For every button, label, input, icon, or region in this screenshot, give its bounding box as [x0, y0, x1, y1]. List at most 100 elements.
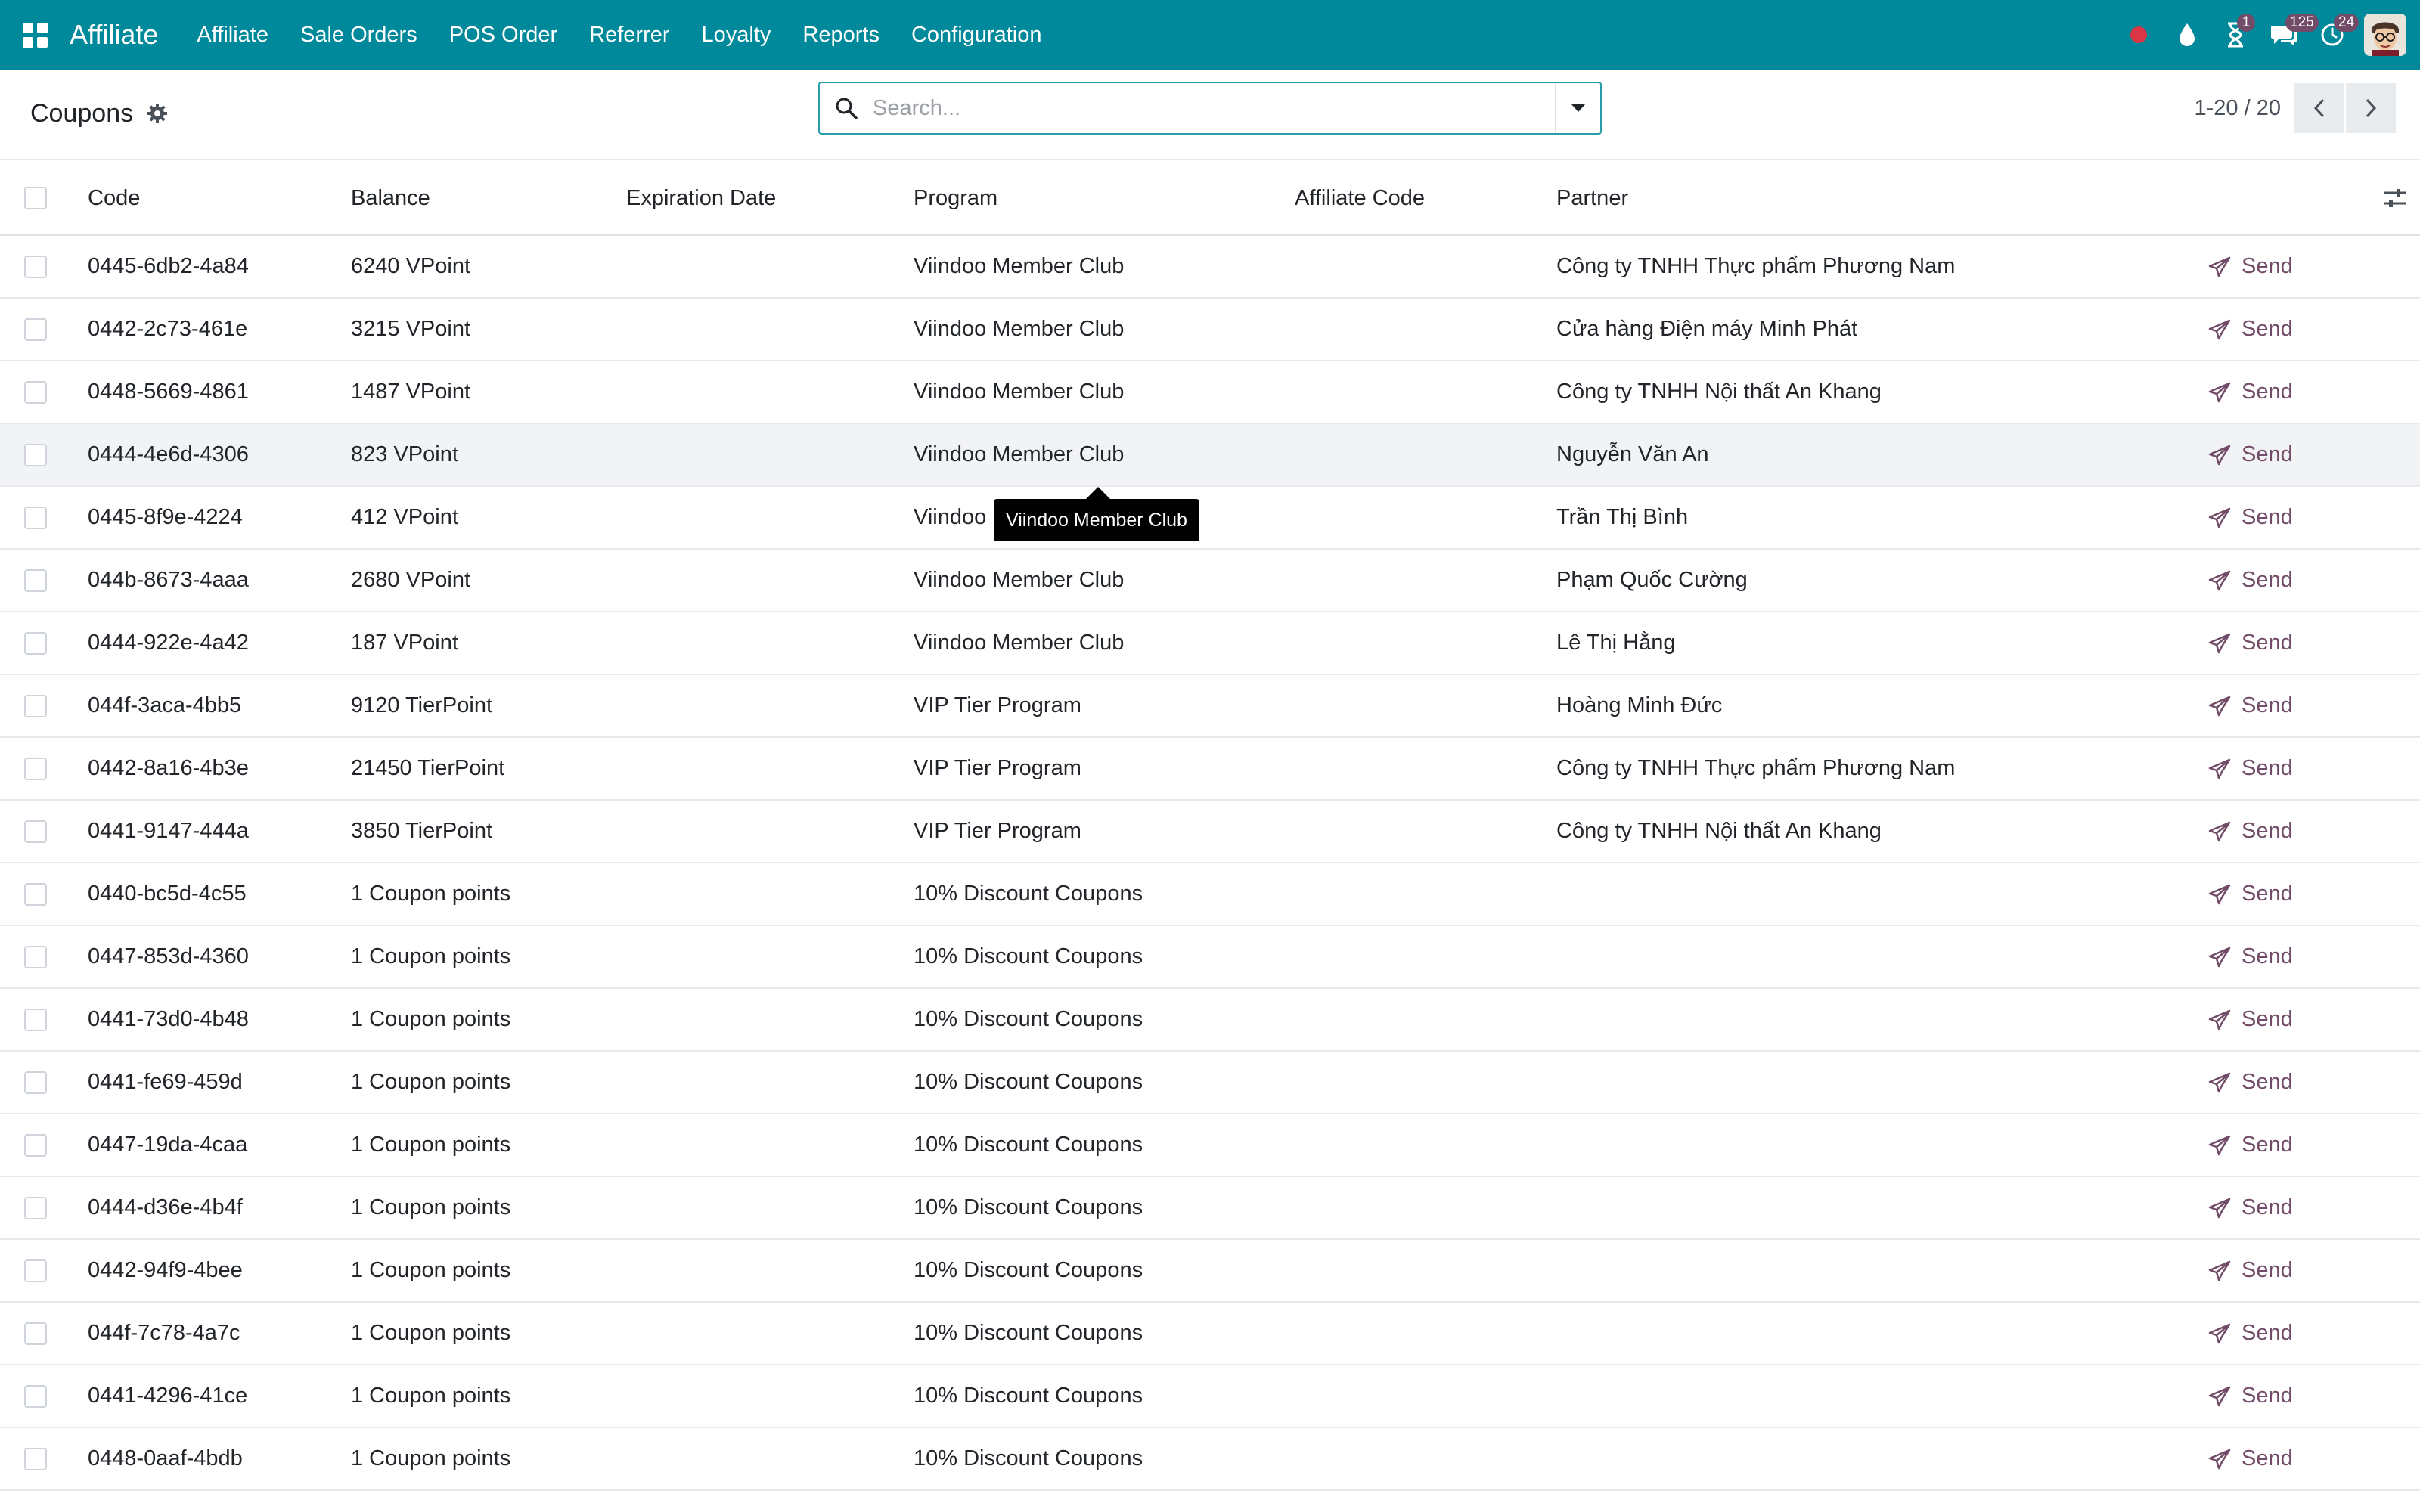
cell-partner: Công ty TNHH Nội thất An Khang: [1556, 380, 1882, 404]
app-brand[interactable]: Affiliate: [70, 19, 158, 51]
table-row[interactable]: 0441-73d0-4b48 1 Coupon points 10% Disco…: [0, 989, 2420, 1052]
column-header-partner[interactable]: Partner: [1556, 160, 1628, 236]
table-row[interactable]: 0442-8a16-4b3e 21450 TierPoint VIP Tier …: [0, 738, 2420, 801]
row-checkbox[interactable]: [24, 1384, 47, 1408]
row-checkbox[interactable]: [24, 1447, 47, 1470]
row-checkbox[interactable]: [24, 569, 47, 592]
row-checkbox[interactable]: [24, 694, 47, 717]
send-button[interactable]: Send: [2208, 1303, 2293, 1364]
table-row[interactable]: 0445-8f9e-4224 412 VPoint Viindoo Member…: [0, 487, 2420, 550]
table-row[interactable]: 0447-853d-4360 1 Coupon points 10% Disco…: [0, 926, 2420, 989]
record-dot-icon: [2130, 26, 2147, 43]
cell-balance: 2680 VPoint: [351, 568, 471, 592]
send-button[interactable]: Send: [2208, 361, 2293, 423]
send-button[interactable]: Send: [2208, 1365, 2293, 1427]
menu-item-affiliate[interactable]: Affiliate: [181, 0, 284, 70]
row-checkbox[interactable]: [24, 1008, 47, 1031]
table-row[interactable]: 0440-bc5d-4c55 1 Coupon points 10% Disco…: [0, 863, 2420, 926]
cell-code: 0444-4e6d-4306: [88, 442, 249, 466]
pager-next-button[interactable]: [2346, 83, 2396, 133]
row-checkbox[interactable]: [24, 318, 47, 341]
optional-columns-button[interactable]: [2384, 160, 2406, 236]
row-select-cell: [24, 926, 47, 987]
send-button[interactable]: Send: [2208, 236, 2293, 297]
row-checkbox[interactable]: [24, 1259, 47, 1282]
menu-item-referrer[interactable]: Referrer: [573, 0, 685, 70]
row-checkbox[interactable]: [24, 255, 47, 278]
table-row[interactable]: 044f-3aca-4bb5 9120 TierPoint VIP Tier P…: [0, 675, 2420, 738]
row-checkbox[interactable]: [24, 1070, 47, 1094]
table-row[interactable]: 0441-4296-41ce 1 Coupon points 10% Disco…: [0, 1365, 2420, 1428]
messages-button[interactable]: 125: [2260, 0, 2319, 70]
send-button[interactable]: Send: [2208, 612, 2293, 674]
send-button[interactable]: Send: [2208, 1240, 2293, 1301]
table-row[interactable]: 0442-2c73-461e 3215 VPoint Viindoo Membe…: [0, 299, 2420, 361]
calls-button[interactable]: 24: [2308, 0, 2360, 70]
send-button[interactable]: Send: [2208, 926, 2293, 987]
row-select-cell: [24, 1114, 47, 1176]
row-checkbox[interactable]: [24, 1133, 47, 1157]
send-button[interactable]: Send: [2208, 550, 2293, 611]
row-checkbox[interactable]: [24, 1196, 47, 1219]
pager-previous-button[interactable]: [2294, 83, 2344, 133]
table-row[interactable]: 044f-7c78-4a7c 1 Coupon points 10% Disco…: [0, 1303, 2420, 1365]
row-checkbox[interactable]: [24, 820, 47, 843]
select-all-checkbox[interactable]: [24, 187, 47, 209]
drop-button[interactable]: [2163, 0, 2211, 70]
send-button[interactable]: Send: [2208, 738, 2293, 799]
table-row[interactable]: 044b-8673-4aaa 2680 VPoint Viindoo Membe…: [0, 550, 2420, 612]
menu-item-reports[interactable]: Reports: [786, 0, 895, 70]
record-button[interactable]: [2114, 0, 2163, 70]
user-avatar[interactable]: [2364, 14, 2406, 56]
table-row[interactable]: 0447-19da-4caa 1 Coupon points 10% Disco…: [0, 1114, 2420, 1177]
row-checkbox[interactable]: [24, 1321, 47, 1345]
search-options-toggle[interactable]: [1555, 83, 1600, 133]
row-select-cell: [24, 1303, 47, 1364]
table-row[interactable]: 0445-6db2-4a84 6240 VPoint Viindoo Membe…: [0, 236, 2420, 299]
cell-partner: Nguyễn Văn An: [1556, 442, 1709, 466]
send-button[interactable]: Send: [2208, 1428, 2293, 1489]
menu-item-loyalty[interactable]: Loyalty: [686, 0, 787, 70]
table-row[interactable]: 0441-9147-444a 3850 TierPoint VIP Tier P…: [0, 801, 2420, 863]
table-row[interactable]: 0444-922e-4a42 187 VPoint Viindoo Member…: [0, 612, 2420, 675]
table-row[interactable]: 0441-fe69-459d 1 Coupon points 10% Disco…: [0, 1052, 2420, 1114]
send-button[interactable]: Send: [2208, 424, 2293, 485]
menu-item-sale-orders[interactable]: Sale Orders: [284, 0, 433, 70]
cell-code: 0441-73d0-4b48: [88, 1007, 249, 1031]
row-checkbox[interactable]: [24, 631, 47, 655]
gear-icon[interactable]: [147, 103, 168, 124]
send-button[interactable]: Send: [2208, 1052, 2293, 1113]
send-button[interactable]: Send: [2208, 1114, 2293, 1176]
cell-program: Viindoo Member Club: [914, 442, 1125, 466]
row-checkbox[interactable]: [24, 757, 47, 780]
row-checkbox[interactable]: [24, 945, 47, 968]
menu-item-configuration[interactable]: Configuration: [895, 0, 1058, 70]
row-checkbox[interactable]: [24, 380, 47, 404]
pager-value[interactable]: 1-20 / 20: [2195, 96, 2281, 121]
apps-menu-button[interactable]: [0, 0, 70, 70]
send-button[interactable]: Send: [2208, 299, 2293, 360]
menu-item-pos-order[interactable]: POS Order: [433, 0, 573, 70]
table-row[interactable]: 0444-4e6d-4306 823 VPoint Viindoo Member…: [0, 424, 2420, 487]
send-button[interactable]: Send: [2208, 989, 2293, 1050]
table-row[interactable]: 0444-d36e-4b4f 1 Coupon points 10% Disco…: [0, 1177, 2420, 1240]
column-header-program[interactable]: Program: [914, 160, 997, 236]
cell-code: 044b-8673-4aaa: [88, 568, 249, 592]
column-header-affiliate-code[interactable]: Affiliate Code: [1295, 160, 1425, 236]
table-row[interactable]: 0448-5669-4861 1487 VPoint Viindoo Membe…: [0, 361, 2420, 424]
send-button[interactable]: Send: [2208, 675, 2293, 736]
send-button[interactable]: Send: [2208, 801, 2293, 862]
table-row[interactable]: 0448-0aaf-4bdb 1 Coupon points 10% Disco…: [0, 1428, 2420, 1491]
search-input[interactable]: [873, 85, 1555, 132]
column-header-balance[interactable]: Balance: [351, 160, 430, 236]
column-header-code[interactable]: Code: [88, 160, 140, 236]
send-button[interactable]: Send: [2208, 1177, 2293, 1238]
column-header-expiration-date[interactable]: Expiration Date: [626, 160, 776, 236]
activity-button[interactable]: 1: [2211, 0, 2260, 70]
table-row[interactable]: 0442-94f9-4bee 1 Coupon points 10% Disco…: [0, 1240, 2420, 1303]
send-button[interactable]: Send: [2208, 487, 2293, 548]
row-checkbox[interactable]: [24, 506, 47, 529]
row-checkbox[interactable]: [24, 443, 47, 466]
row-checkbox[interactable]: [24, 882, 47, 906]
send-button[interactable]: Send: [2208, 863, 2293, 925]
